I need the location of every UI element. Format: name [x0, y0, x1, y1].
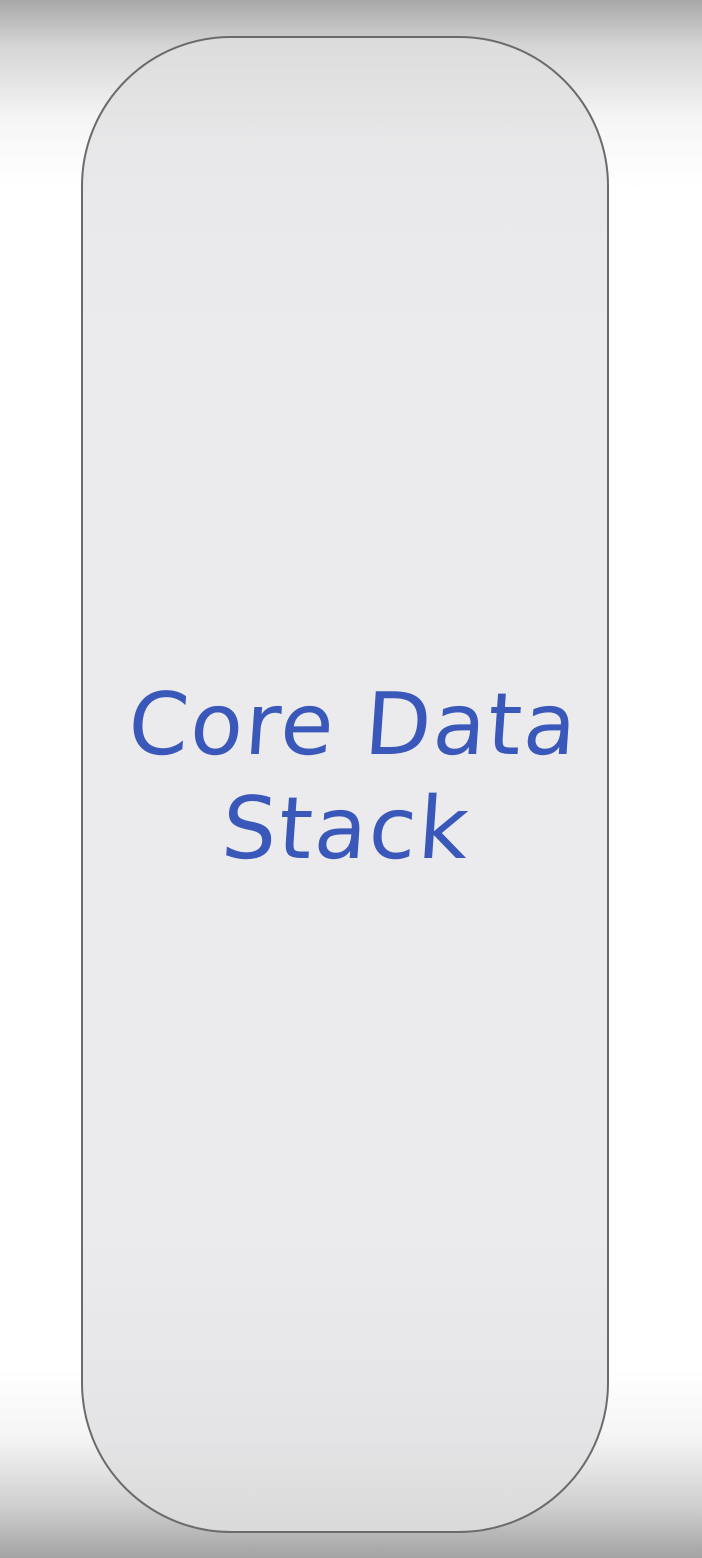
label-line-2: Stack [218, 779, 474, 879]
core-data-stack-label: Core Data Stack [118, 673, 582, 881]
core-data-stack-box: Core Data Stack [81, 36, 609, 1533]
label-line-1: Core Data [125, 675, 582, 775]
